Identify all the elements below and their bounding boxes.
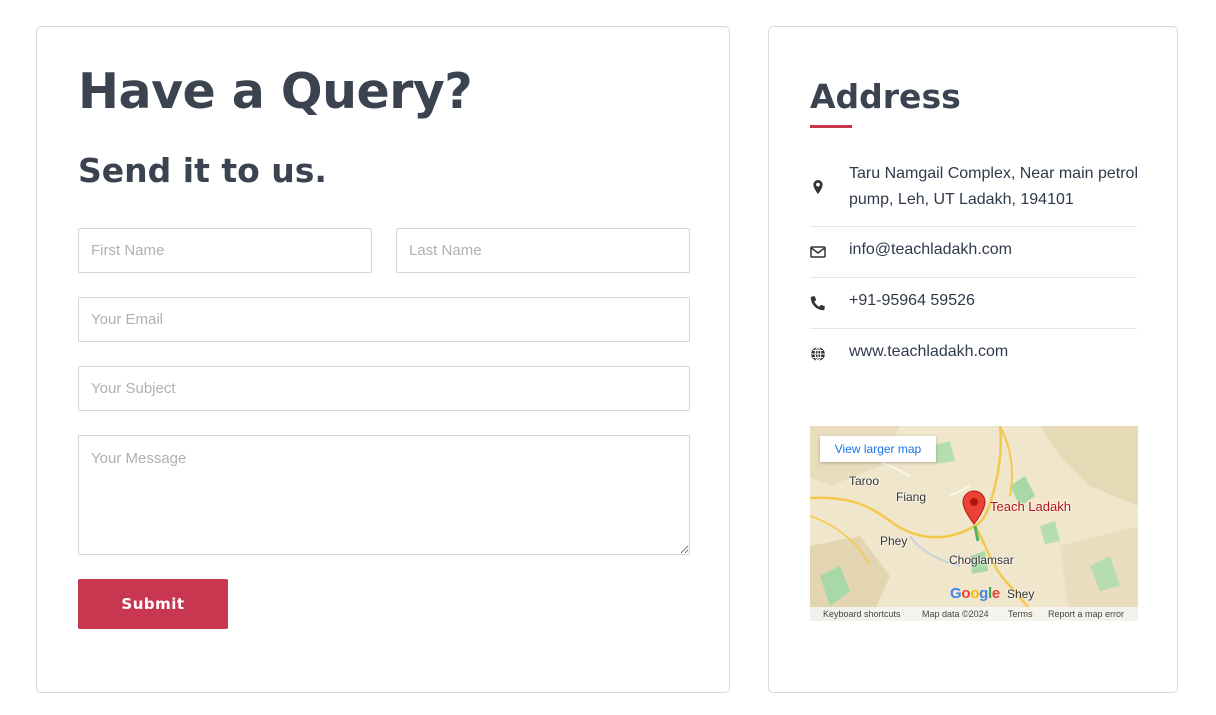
keyboard-shortcuts-link[interactable]: Keyboard shortcuts: [823, 609, 901, 619]
submit-button[interactable]: Submit: [78, 579, 228, 629]
terms-link[interactable]: Terms: [1008, 609, 1033, 619]
map-pin-icon[interactable]: [962, 490, 986, 531]
map-label-choglamsar: Choglamsar: [949, 553, 1014, 567]
map-label-shey: Shey: [1007, 587, 1035, 601]
google-logo: Google: [950, 585, 1000, 602]
map-place-label: Teach Ladakh: [990, 499, 1071, 514]
view-larger-map-link[interactable]: View larger map: [820, 436, 936, 462]
message-textarea[interactable]: [78, 435, 690, 555]
subject-input[interactable]: [78, 366, 690, 411]
map-label-fiang: Fiang: [896, 490, 927, 504]
title-underline: [810, 125, 852, 128]
phone-text[interactable]: +91-95964 59526: [849, 288, 975, 314]
form-title: Have a Query?: [78, 63, 473, 120]
address-card: Address Taru Namgail Complex, Near main …: [768, 26, 1178, 693]
contact-form-card: Have a Query? Send it to us. Submit: [36, 26, 730, 693]
map-label-phey: Phey: [880, 534, 908, 548]
website-text[interactable]: www.teachladakh.com: [849, 339, 1008, 365]
form-subtitle: Send it to us.: [78, 151, 327, 190]
last-name-input[interactable]: [396, 228, 690, 273]
map-data-text: Map data ©2024: [922, 609, 989, 619]
envelope-icon: [810, 244, 826, 260]
embedded-map[interactable]: View larger map Taroo Fiang Phey Choglam…: [810, 426, 1138, 621]
email-input[interactable]: [78, 297, 690, 342]
globe-icon: [810, 346, 826, 362]
website-row: www.teachladakh.com: [810, 329, 1137, 380]
phone-icon: [810, 295, 826, 311]
report-map-error-link[interactable]: Report a map error: [1048, 609, 1124, 619]
first-name-input[interactable]: [78, 228, 372, 273]
map-marker-icon: [810, 179, 826, 195]
email-text[interactable]: info@teachladakh.com: [849, 237, 1012, 263]
map-label-taroo: Taroo: [849, 474, 880, 488]
address-row: Taru Namgail Complex, Near main petrol p…: [810, 161, 1138, 227]
map-footer: Keyboard shortcuts Map data ©2024 Terms …: [810, 607, 1138, 621]
address-title: Address: [810, 77, 961, 116]
address-text: Taru Namgail Complex, Near main petrol p…: [849, 165, 1138, 208]
email-row: info@teachladakh.com: [810, 227, 1137, 278]
phone-row: +91-95964 59526: [810, 278, 1137, 329]
